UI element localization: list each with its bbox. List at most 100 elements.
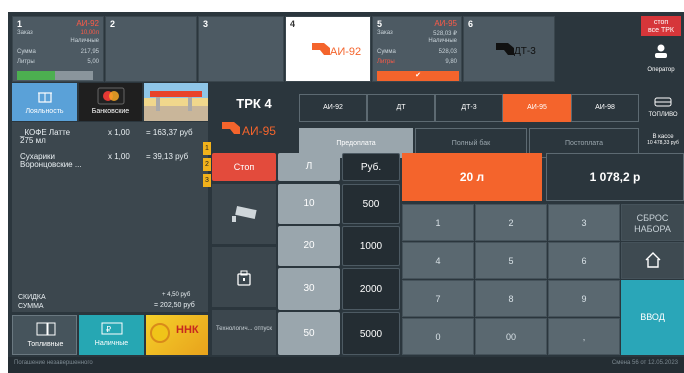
user-icon: [655, 44, 667, 58]
receipt-panel: _КОФЕ Латте 275 мл x 1,00 = 163,37 руб С…: [12, 122, 211, 312]
key-9[interactable]: 9: [548, 280, 620, 317]
pump-3[interactable]: 3: [198, 16, 284, 82]
fuel-tab-dt[interactable]: ДТ: [367, 94, 435, 122]
key-4[interactable]: 4: [402, 242, 474, 279]
operator-label: Оператор: [647, 67, 675, 73]
liters-unit-button[interactable]: Л: [278, 153, 340, 181]
fuel-card-label: Топливные: [27, 341, 64, 348]
trk-title: ТРК 4: [236, 96, 272, 111]
order-value: 10,00л: [80, 30, 99, 36]
bank-card-button[interactable]: Банковские: [79, 83, 142, 121]
tech-release-button[interactable]: Технологич... отпуск: [212, 310, 276, 355]
item-total: = 163,37 руб: [146, 128, 193, 137]
key-6[interactable]: 6: [548, 242, 620, 279]
fuel-tab-dt3[interactable]: ДТ-3: [435, 94, 503, 122]
pump-5[interactable]: 5 АИ-95 Заказ 528,03 ₽ Наличные Сумма 52…: [372, 16, 462, 82]
pump-1[interactable]: 1 АИ-92 Заказ 10,00л Наличные Сумма 217,…: [12, 16, 104, 82]
check-icon: ✔: [377, 71, 459, 81]
stop-button[interactable]: Стоп: [212, 153, 276, 181]
fuel-side-icon: [654, 97, 672, 107]
preset-liters-50[interactable]: 50: [278, 312, 340, 355]
key-comma[interactable]: ,: [548, 318, 620, 355]
home-button[interactable]: [621, 242, 684, 279]
sum-label: Сумма: [377, 49, 396, 55]
loyalty-button[interactable]: Лояльность: [12, 83, 77, 121]
order-label: Заказ: [377, 30, 393, 36]
payment-type: Наличные: [70, 38, 99, 44]
fuel-side-label: ТОПЛИВО: [648, 112, 678, 118]
pump-4[interactable]: 4 АИ-92: [285, 16, 371, 82]
item-qty: x 1,00: [108, 152, 130, 161]
key-7[interactable]: 7: [402, 280, 474, 317]
preset-liters-10[interactable]: 10: [278, 184, 340, 224]
stop-all-line1: стоп: [653, 19, 669, 26]
preset-liters-20[interactable]: 20: [278, 226, 340, 266]
discount-label: СКИДКА: [18, 294, 46, 301]
camera-button[interactable]: [212, 184, 276, 244]
item-name-line2: Воронцовские ...: [20, 160, 82, 169]
discount-value: + 4,50 руб: [162, 292, 191, 298]
preset-rubles-5000[interactable]: 5000: [342, 312, 400, 355]
nnk-logo: ННК: [146, 315, 208, 355]
trk-nozzle-label: АИ-95: [242, 124, 276, 138]
fuel-tab-ai92[interactable]: АИ-92: [299, 94, 367, 122]
preset-liters-30[interactable]: 30: [278, 268, 340, 310]
lock-button[interactable]: [212, 247, 276, 307]
rubles-unit-button[interactable]: Руб.: [342, 153, 400, 181]
stop-all-line2: все ТРК: [647, 27, 674, 34]
preset-rubles-1000[interactable]: 1000: [342, 226, 400, 266]
progress-bar: [17, 71, 93, 80]
total-value: = 202,50 руб: [154, 302, 195, 309]
station-image: [144, 83, 208, 121]
amount-display[interactable]: 1 078,2 р: [546, 153, 684, 201]
gift-icon: [38, 92, 52, 103]
pump-6[interactable]: 6 ДТ-3: [463, 16, 555, 82]
receipt-tab-3[interactable]: 3: [203, 174, 211, 187]
liters-display[interactable]: 20 л: [402, 153, 542, 201]
pump-number: 4: [290, 19, 296, 29]
bank-label: Банковские: [91, 108, 130, 115]
stop-all-button[interactable]: стоп все ТРК: [641, 16, 681, 36]
pump-number: 6: [468, 19, 474, 29]
cash-button[interactable]: ₽ Наличные: [79, 315, 144, 355]
preset-rubles-2000[interactable]: 2000: [342, 268, 400, 310]
fuel-tab-ai95[interactable]: АИ-95: [503, 94, 571, 122]
trk-nozzle: АИ-95: [218, 116, 290, 142]
key-8[interactable]: 8: [475, 280, 547, 317]
key-0[interactable]: 0: [402, 318, 474, 355]
fuel-card-icon: [36, 322, 56, 336]
pump-2[interactable]: 2: [105, 16, 197, 82]
pos-frame: 1 АИ-92 Заказ 10,00л Наличные Сумма 217,…: [8, 12, 684, 373]
in-cash-value: 10 478,33 руб: [647, 140, 679, 146]
item-name-line2: 275 мл: [20, 136, 46, 145]
key-1[interactable]: 1: [402, 204, 474, 241]
status-left: Погашение незавершенного: [14, 360, 93, 366]
liters-label: Литры: [377, 59, 395, 65]
fuel-tab-ai98[interactable]: АИ-98: [571, 94, 639, 122]
operator-button[interactable]: Оператор: [641, 40, 681, 80]
fuel-side-button[interactable]: ТОПЛИВО: [642, 94, 684, 122]
liters-value: 5,00: [87, 59, 99, 65]
reset-button[interactable]: СБРОС НАБОРА: [621, 204, 684, 241]
key-3[interactable]: 3: [548, 204, 620, 241]
enter-button[interactable]: ВВОД: [621, 280, 684, 355]
receipt-tab-1[interactable]: 1: [203, 142, 211, 155]
preset-rubles-500[interactable]: 500: [342, 184, 400, 224]
pump-number: 5: [377, 19, 383, 29]
key-5[interactable]: 5: [475, 242, 547, 279]
item-qty: x 1,00: [108, 128, 130, 137]
progress-fill: [17, 71, 55, 80]
nozzle-label: АИ-92: [330, 46, 362, 58]
fuel-nozzle-icon: [222, 122, 240, 134]
pump-number: 2: [110, 19, 116, 29]
total-label: СУММА: [18, 303, 44, 310]
vertical-decoration-text: [0, 0, 8, 373]
receipt-tab-2[interactable]: 2: [203, 158, 211, 171]
status-right: Смена 56 от 12.05.2023: [611, 360, 678, 366]
key-00[interactable]: 00: [475, 318, 547, 355]
key-2[interactable]: 2: [475, 204, 547, 241]
pump-number: 1: [17, 19, 23, 29]
fuel-card-button[interactable]: Топливные: [12, 315, 77, 355]
fuel-nozzle-icon: [496, 43, 514, 55]
bank-card-icon: [97, 87, 125, 105]
